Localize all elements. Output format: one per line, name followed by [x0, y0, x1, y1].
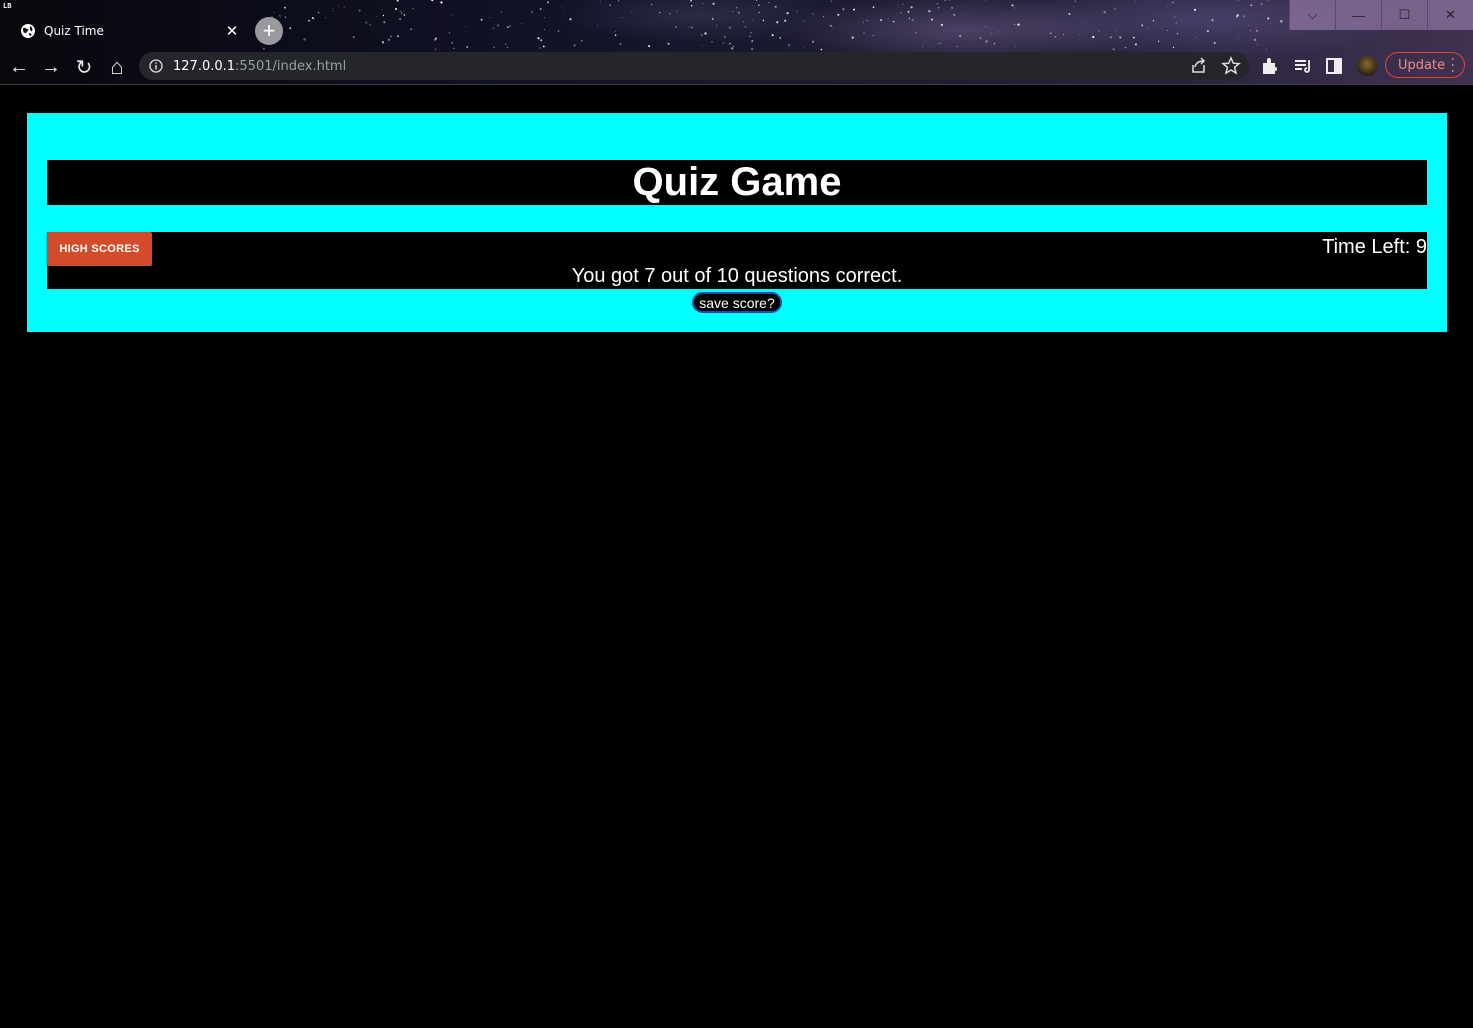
address-bar[interactable]: 127.0.0.1 :5501/index.html	[139, 52, 1249, 80]
url-path: :5501/index.html	[235, 58, 347, 74]
tab-title: Quiz Time	[44, 24, 104, 38]
menu-dots-icon[interactable]: · · ·	[1451, 53, 1455, 79]
star-icon[interactable]	[1221, 56, 1241, 76]
page-viewport: Quiz Game HIGH SCORES Time Left: 9 You g…	[0, 85, 1473, 1028]
app-logo: LB	[3, 2, 12, 10]
extensions-icon[interactable]	[1259, 55, 1281, 77]
window-controls: ⌵ — ☐ ✕	[1289, 0, 1473, 30]
title-bar: Quiz Game	[47, 160, 1427, 205]
high-scores-button[interactable]: HIGH SCORES	[47, 232, 152, 266]
browser-chrome: LB Quiz Time ✕ + ⌵ — ☐ ✕ ← → ↻ ⌂ 127.0.0…	[0, 0, 1473, 85]
profile-avatar[interactable]	[1357, 56, 1377, 76]
close-window-icon[interactable]: ✕	[1427, 0, 1473, 30]
info-icon[interactable]	[149, 59, 163, 73]
browser-toolbar: ← → ↻ ⌂ 127.0.0.1 :5501/index.html Updat…	[0, 50, 1473, 84]
forward-arrow-icon[interactable]: →	[37, 53, 65, 81]
media-icon[interactable]	[1292, 55, 1314, 77]
new-tab-button[interactable]: +	[255, 17, 283, 45]
status-bar: HIGH SCORES Time Left: 9 You got 7 out o…	[47, 232, 1427, 289]
quiz-panel: Quiz Game HIGH SCORES Time Left: 9 You g…	[27, 113, 1447, 332]
timer-display: Time Left: 9	[1322, 236, 1427, 258]
close-tab-icon[interactable]: ✕	[224, 22, 240, 40]
update-button[interactable]: Update · · ·	[1385, 52, 1465, 79]
home-icon[interactable]: ⌂	[103, 53, 131, 81]
update-label: Update	[1398, 57, 1446, 73]
globe-icon	[21, 24, 35, 38]
tab-search-icon[interactable]: ⌵	[1289, 0, 1335, 30]
side-panel-icon[interactable]	[1323, 55, 1345, 77]
save-score-button[interactable]: save score?	[692, 292, 782, 313]
reload-icon[interactable]: ↻	[70, 53, 98, 81]
browser-tab[interactable]: Quiz Time ✕	[8, 15, 246, 47]
result-message: You got 7 out of 10 questions correct.	[571, 265, 903, 287]
minimize-icon[interactable]: —	[1335, 0, 1381, 30]
url-host: 127.0.0.1	[173, 58, 236, 74]
back-arrow-icon[interactable]: ←	[5, 53, 33, 81]
page-title: Quiz Game	[632, 160, 842, 204]
share-icon[interactable]	[1189, 56, 1209, 76]
maximize-icon[interactable]: ☐	[1381, 0, 1427, 30]
